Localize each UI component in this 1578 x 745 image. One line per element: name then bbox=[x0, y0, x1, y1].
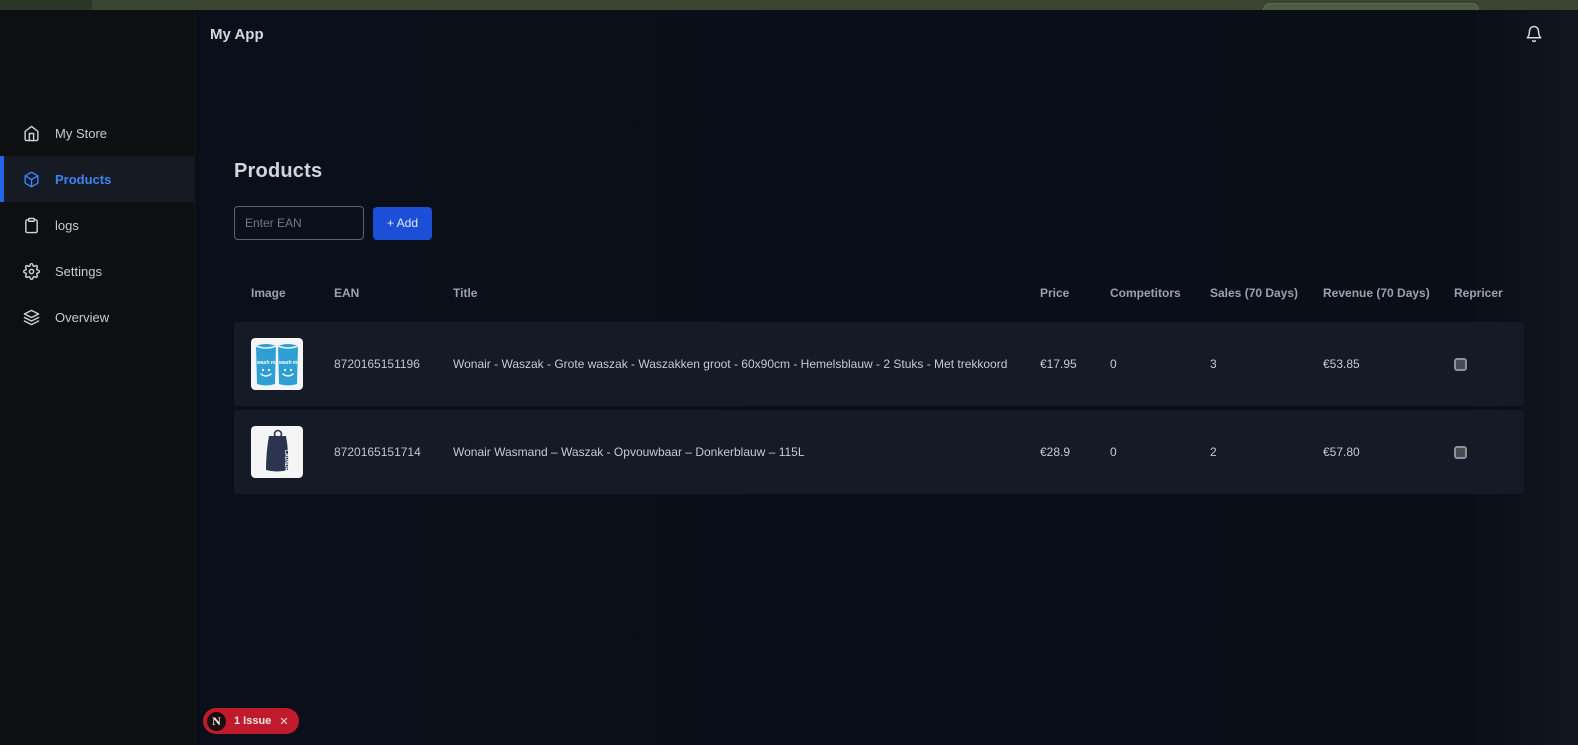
home-icon bbox=[23, 125, 40, 142]
price-cell: €17.95 bbox=[1040, 357, 1077, 371]
add-button[interactable]: + Add bbox=[373, 206, 433, 240]
app-window: My Store Products logs Settings Overview… bbox=[0, 10, 1578, 745]
sidebar-item-label: Overview bbox=[55, 309, 110, 325]
browser-top-strip bbox=[0, 0, 1578, 17]
product-image-laundry-bag: LAUNDRY bbox=[251, 426, 303, 478]
page-title: Products bbox=[234, 160, 323, 182]
title-cell: Wonair Wasmand – Waszak - Opvouwbaar – D… bbox=[453, 445, 805, 459]
column-header-ean: EAN bbox=[334, 286, 360, 300]
clipboard-icon bbox=[23, 217, 40, 234]
browser-strip-corner bbox=[0, 0, 92, 10]
sidebar-item-label: Settings bbox=[55, 263, 102, 279]
svg-text:wash me: wash me bbox=[278, 360, 300, 366]
repricer-cell bbox=[1454, 357, 1524, 371]
bell-icon[interactable] bbox=[1525, 25, 1543, 43]
gear-icon bbox=[23, 262, 40, 280]
repricer-checkbox[interactable] bbox=[1454, 357, 1467, 371]
sales-cell: 2 bbox=[1210, 445, 1217, 459]
repricer-checkbox[interactable] bbox=[1454, 445, 1467, 459]
svg-text:LAUNDRY: LAUNDRY bbox=[283, 450, 289, 475]
topbar: My App bbox=[195, 10, 1578, 58]
table-row[interactable]: wash me wash me 8720165151196 Wonair - W… bbox=[234, 322, 1524, 406]
app-title: My App bbox=[210, 25, 264, 43]
cube-icon bbox=[23, 171, 40, 188]
table-row[interactable]: LAUNDRY 8720165151714 Wonair Wasmand – W… bbox=[234, 410, 1524, 494]
revenue-cell: €53.85 bbox=[1323, 357, 1360, 371]
sidebar-item-label: My Store bbox=[55, 125, 108, 141]
sidebar-item-label: logs bbox=[55, 217, 79, 233]
sidebar-item-overview[interactable]: Overview bbox=[0, 294, 194, 340]
dev-issues-label: 1 Issue bbox=[234, 715, 272, 727]
sidebar-item-label: Products bbox=[55, 171, 112, 187]
sidebar-item-settings[interactable]: Settings bbox=[0, 248, 194, 294]
competitors-cell: 0 bbox=[1110, 445, 1117, 459]
competitors-cell: 0 bbox=[1110, 357, 1117, 371]
dev-issues-badge[interactable]: N 1 Issue ✕ bbox=[203, 708, 299, 734]
column-header-sales: Sales (70 Days) bbox=[1210, 286, 1299, 300]
layers-icon bbox=[23, 309, 40, 326]
column-header-revenue: Revenue (70 Days) bbox=[1323, 286, 1430, 300]
title-cell: Wonair - Waszak - Grote waszak - Waszakk… bbox=[453, 357, 1008, 371]
product-image-wash-bags: wash me wash me bbox=[251, 338, 303, 390]
column-header-price: Price bbox=[1040, 286, 1070, 300]
table-header: Image EAN Title Price Competitors Sales … bbox=[234, 268, 1524, 318]
close-icon[interactable]: ✕ bbox=[279, 715, 288, 728]
svg-text:wash me: wash me bbox=[256, 360, 278, 366]
sidebar-item-products[interactable]: Products bbox=[0, 156, 194, 202]
price-cell: €28.9 bbox=[1040, 445, 1071, 459]
controls-row: + Add bbox=[234, 206, 1578, 240]
sidebar-nav: My Store Products logs Settings Overview bbox=[0, 110, 194, 340]
product-image-cell: wash me wash me bbox=[251, 338, 334, 390]
column-header-image: Image bbox=[251, 286, 286, 300]
column-header-competitors: Competitors bbox=[1110, 286, 1181, 300]
sales-cell: 3 bbox=[1210, 357, 1217, 371]
sidebar: My Store Products logs Settings Overview bbox=[0, 10, 195, 745]
ean-cell: 8720165151714 bbox=[334, 445, 421, 459]
ean-input[interactable] bbox=[234, 206, 364, 240]
product-image-cell: LAUNDRY bbox=[251, 426, 334, 478]
column-header-title: Title bbox=[453, 286, 478, 300]
ean-cell: 8720165151196 bbox=[334, 357, 420, 371]
content: Products + Add Image EAN Title Price Com… bbox=[195, 160, 1578, 494]
sidebar-item-logs[interactable]: logs bbox=[0, 202, 194, 248]
main-area: My App Products + Add Image EAN Title Pr… bbox=[195, 10, 1578, 745]
sidebar-item-my-store[interactable]: My Store bbox=[0, 110, 194, 156]
nextjs-logo-icon: N bbox=[207, 711, 226, 731]
column-header-repricer: Repricer bbox=[1454, 286, 1503, 300]
repricer-cell bbox=[1454, 445, 1524, 459]
revenue-cell: €57.80 bbox=[1323, 445, 1360, 459]
